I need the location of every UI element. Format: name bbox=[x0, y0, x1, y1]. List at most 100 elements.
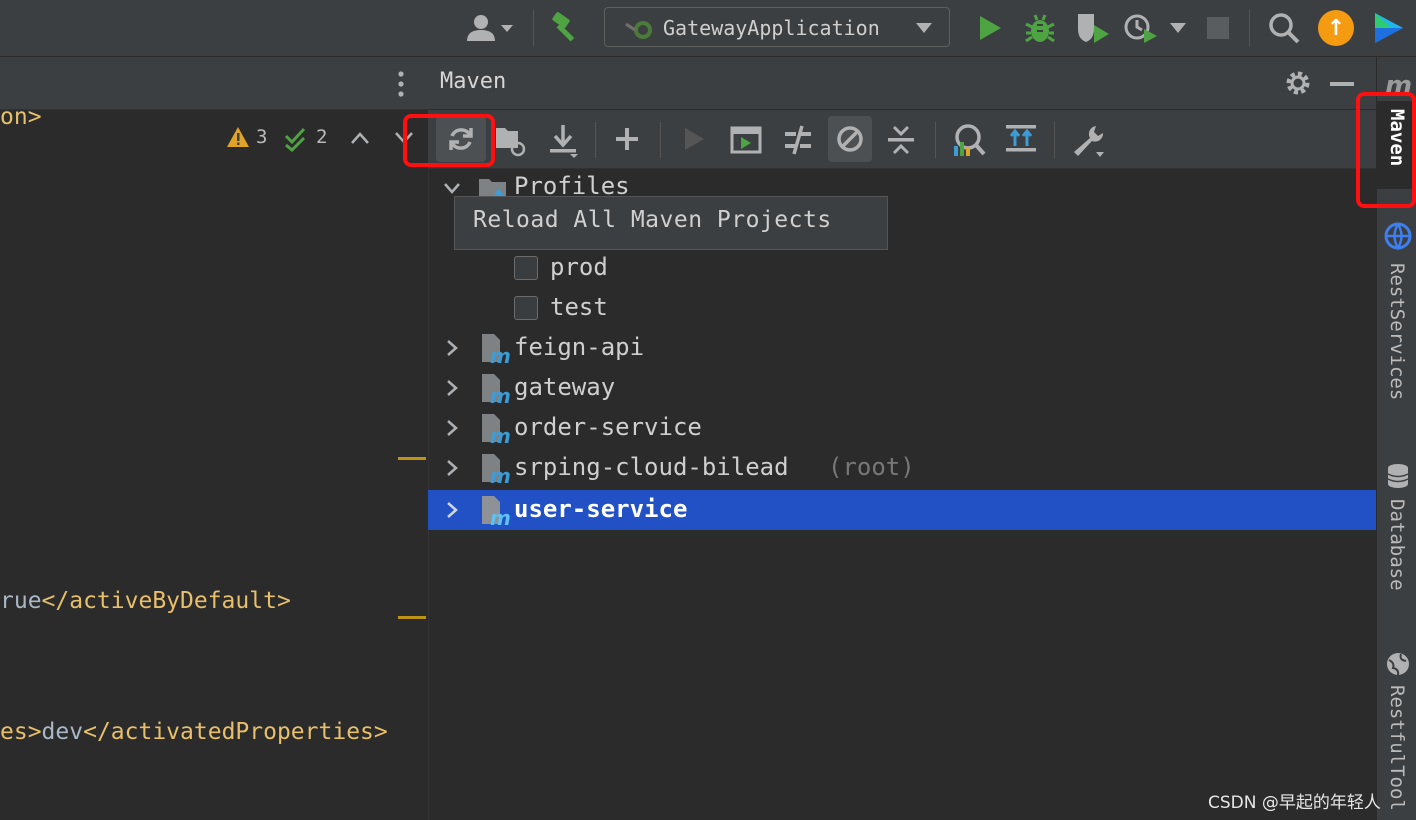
restful-tool-tab[interactable]: RestfulTool bbox=[1377, 679, 1416, 820]
code-value: dev bbox=[41, 719, 84, 745]
generate-sources-icon[interactable] bbox=[494, 122, 528, 158]
settings-gear-icon[interactable] bbox=[1284, 69, 1312, 97]
spring-boot-icon bbox=[625, 21, 652, 39]
skip-tests-icon bbox=[837, 126, 863, 152]
code-tag: es> bbox=[0, 719, 42, 745]
collapse-all-icon[interactable] bbox=[886, 124, 916, 156]
profile-checkbox[interactable] bbox=[514, 296, 538, 320]
maven-header: Maven bbox=[428, 57, 1376, 109]
svg-text:m: m bbox=[490, 384, 510, 404]
restful-tool-tab-label: RestfulTool bbox=[1386, 685, 1408, 811]
svg-text:m: m bbox=[490, 344, 510, 364]
run-with-coverage-icon[interactable] bbox=[1074, 10, 1112, 46]
change-marker bbox=[398, 616, 426, 619]
database-tab-label: Database bbox=[1386, 499, 1408, 591]
code-value: rue bbox=[0, 588, 42, 614]
code-line: rue</activeByDefault> bbox=[0, 588, 291, 614]
project-name: user-service bbox=[514, 495, 688, 523]
change-marker bbox=[398, 457, 426, 460]
chevron-right-icon[interactable] bbox=[442, 338, 462, 358]
download-sources-icon[interactable] bbox=[546, 122, 580, 158]
tree-node-project[interactable]: m gateway bbox=[428, 368, 1376, 408]
profile-checkbox[interactable] bbox=[514, 256, 538, 280]
stop-icon[interactable] bbox=[1204, 14, 1232, 42]
more-options-icon[interactable] bbox=[396, 71, 406, 97]
hide-panel-icon[interactable] bbox=[1330, 82, 1354, 86]
reload-button-highlight-annotation bbox=[403, 114, 495, 167]
chevron-down-icon bbox=[916, 23, 932, 33]
tree-node-project[interactable]: m feign-api bbox=[428, 328, 1376, 368]
maven-toolbar bbox=[428, 110, 1376, 169]
run-configuration-selector[interactable]: GatewayApplication bbox=[604, 7, 950, 47]
code-editor[interactable] bbox=[0, 57, 428, 820]
main-toolbar: GatewayApplication ↑ bbox=[0, 0, 1416, 57]
profile-name: prod bbox=[550, 253, 608, 281]
restful-tool-globe-icon bbox=[1387, 653, 1409, 676]
tree-node-project[interactable]: m order-service bbox=[428, 408, 1376, 448]
code-tag: on> bbox=[0, 104, 42, 130]
rest-services-tab[interactable]: RestServices bbox=[1377, 257, 1416, 421]
maven-panel-title: Maven bbox=[440, 69, 507, 94]
toggle-offline-mode-icon[interactable] bbox=[782, 124, 814, 156]
toggle-skip-tests-mode-button[interactable] bbox=[828, 116, 872, 162]
analyze-dependencies-icon[interactable] bbox=[950, 122, 986, 158]
maven-module-icon: m bbox=[482, 414, 510, 444]
root-suffix: (root) bbox=[828, 453, 915, 481]
profile-item[interactable]: test bbox=[428, 288, 1376, 328]
project-name: gateway bbox=[514, 373, 616, 401]
run-maven-build-icon[interactable] bbox=[682, 126, 708, 154]
chevron-down-icon[interactable] bbox=[442, 178, 462, 198]
chevron-right-icon[interactable] bbox=[442, 500, 462, 520]
svg-text:m: m bbox=[490, 464, 510, 484]
chevron-right-icon[interactable] bbox=[442, 458, 462, 478]
rest-services-tab-label: RestServices bbox=[1386, 263, 1408, 401]
run-icon[interactable] bbox=[974, 12, 1006, 44]
search-icon[interactable] bbox=[1266, 10, 1302, 46]
editor-tab-bar bbox=[0, 57, 428, 110]
tooltip: Reload All Maven Projects bbox=[454, 196, 888, 250]
execute-maven-goal-icon[interactable] bbox=[730, 126, 762, 154]
code-with-me-icon[interactable] bbox=[1370, 10, 1406, 46]
build-tool-settings-wrench-icon[interactable] bbox=[1070, 122, 1110, 160]
maven-module-icon: m bbox=[482, 496, 510, 526]
profile-item[interactable]: prod bbox=[428, 248, 1376, 288]
tooltip-text: Reload All Maven Projects bbox=[473, 207, 832, 233]
database-tab[interactable]: Database bbox=[1377, 493, 1416, 609]
code-line: es>dev</activatedProperties> bbox=[0, 719, 388, 745]
database-icon bbox=[1387, 464, 1409, 488]
chevron-right-icon[interactable] bbox=[442, 418, 462, 438]
warning-icon bbox=[227, 127, 249, 147]
project-name: srping-cloud-bilead bbox=[514, 453, 789, 481]
code-line: on> bbox=[0, 104, 42, 130]
ide-update-icon[interactable]: ↑ bbox=[1318, 10, 1354, 46]
rest-services-globe-icon bbox=[1384, 222, 1412, 251]
build-hammer-icon[interactable] bbox=[548, 10, 584, 46]
profile-icon[interactable] bbox=[1122, 10, 1160, 46]
maven-module-icon: m bbox=[482, 454, 510, 484]
inspection-warnings[interactable]: 3 bbox=[226, 126, 274, 150]
code-tag: </activeByDefault> bbox=[41, 588, 291, 614]
warnings-count: 3 bbox=[256, 126, 268, 148]
show-dependencies-icon[interactable] bbox=[1004, 122, 1038, 156]
code-tag: </activatedProperties> bbox=[83, 719, 388, 745]
profile-name: test bbox=[550, 293, 608, 321]
svg-text:m: m bbox=[490, 424, 510, 444]
maven-module-icon: m bbox=[482, 334, 510, 364]
previous-highlight-icon[interactable] bbox=[350, 130, 370, 146]
debug-icon[interactable] bbox=[1022, 10, 1058, 46]
run-configuration-label: GatewayApplication bbox=[663, 16, 880, 40]
project-name: feign-api bbox=[514, 333, 645, 361]
more-run-options-chevron-icon[interactable] bbox=[1168, 20, 1188, 36]
weak-warnings-count: 2 bbox=[316, 126, 328, 148]
svg-text:m: m bbox=[490, 506, 510, 526]
tree-node-project[interactable]: m srping-cloud-bilead (root) bbox=[428, 448, 1376, 488]
inspection-weak-warnings[interactable]: 2 bbox=[284, 126, 332, 152]
maven-module-icon: m bbox=[482, 374, 510, 404]
double-check-icon bbox=[284, 127, 306, 152]
add-maven-project-icon[interactable] bbox=[614, 126, 640, 152]
watermark: CSDN @早起的年轻人 bbox=[1208, 793, 1381, 813]
tree-node-project-selected[interactable]: m user-service bbox=[428, 490, 1376, 530]
account-menu-icon[interactable] bbox=[462, 12, 518, 44]
project-name: order-service bbox=[514, 413, 702, 441]
chevron-right-icon[interactable] bbox=[442, 378, 462, 398]
